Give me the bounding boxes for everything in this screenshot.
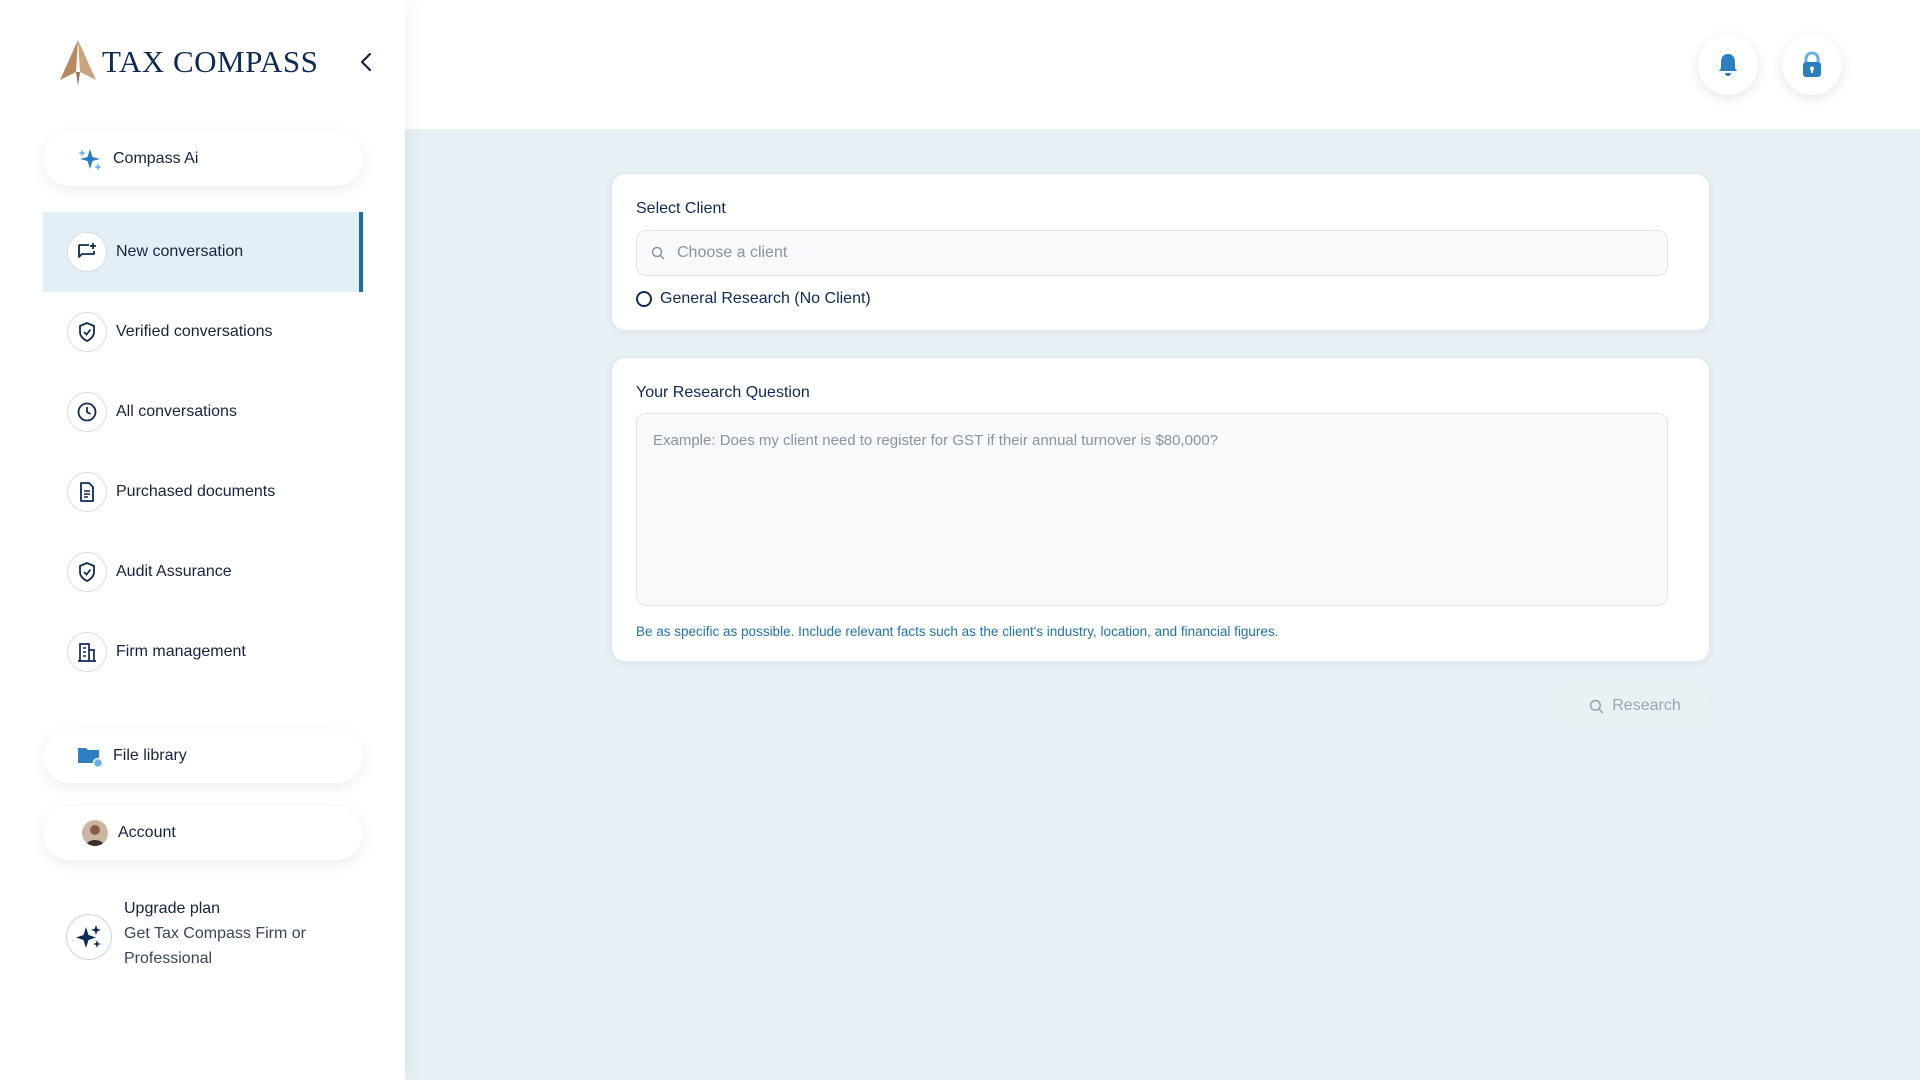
research-question-input[interactable] [636,413,1668,606]
upgrade-title: Upgrade plan [124,900,221,917]
research-button-label: Research [1612,697,1681,714]
compass-ai-label: Compass Ai [113,150,199,167]
shield-check-icon [67,312,107,352]
sidebar-item-label: Verified conversations [116,323,273,340]
research-question-hint: Be as specific as possible. Include rele… [636,624,1279,639]
compass-ai-button[interactable]: Compass Ai [43,132,363,186]
sidebar: TAX COMPASS Compass Ai New conversation … [0,0,405,1080]
brand-name: TAX COMPASS [102,44,319,79]
sidebar-item-label: Firm management [116,643,246,660]
research-question-card: Your Research Question Be as specific as… [611,357,1710,662]
avatar [82,820,108,846]
select-client-card: Select Client General Research (No Clien… [611,173,1710,331]
lock-button[interactable] [1782,35,1842,95]
general-research-option[interactable]: General Research (No Client) [636,290,871,308]
collapse-sidebar-button[interactable] [352,48,380,76]
client-search-input[interactable] [677,244,1577,262]
upgrade-plan[interactable]: Upgrade plan Get Tax Compass Firm or Pro… [66,896,324,971]
chat-plus-icon [67,232,107,272]
sidebar-item-firm-management[interactable]: Firm management [43,612,363,692]
file-library-button[interactable]: File library [43,729,363,783]
sparkles-icon [66,914,112,960]
upgrade-subtitle: Get Tax Compass Firm or Professional [124,925,306,967]
research-question-title: Your Research Question [636,384,810,401]
sidebar-item-label: Purchased documents [116,483,276,500]
general-research-radio[interactable] [636,291,652,307]
sidebar-item-new-conversation[interactable]: New conversation [43,212,363,292]
lock-icon [1803,51,1821,77]
shield-check-icon [67,552,107,592]
sidebar-item-audit-assurance[interactable]: Audit Assurance [43,532,363,612]
notifications-button[interactable] [1698,35,1758,95]
sidebar-item-label: Audit Assurance [116,563,232,580]
search-icon [1590,699,1604,713]
select-client-title: Select Client [636,200,726,217]
brand-logo[interactable]: TAX COMPASS [58,38,318,86]
compass-logo-icon [60,40,96,86]
account-button[interactable]: Account [43,806,363,860]
top-bar [405,0,1920,129]
bell-icon [1719,54,1737,76]
client-search-field[interactable] [636,230,1668,276]
research-button[interactable]: Research [1560,686,1710,726]
sidebar-item-label: New conversation [116,243,244,260]
chevron-left-icon [360,52,372,72]
general-research-label: General Research (No Client) [660,290,871,307]
document-icon [67,472,107,512]
folder-icon [78,748,103,768]
clock-icon [67,392,107,432]
sparkle-icon [78,149,102,171]
sidebar-item-all-conversations[interactable]: All conversations [43,372,363,452]
sidebar-item-purchased-documents[interactable]: Purchased documents [43,452,363,532]
search-icon [651,246,665,260]
sidebar-item-label: All conversations [116,403,237,420]
sidebar-item-verified-conversations[interactable]: Verified conversations [43,292,363,372]
account-label: Account [118,824,176,841]
file-library-label: File library [113,747,187,764]
building-icon [67,632,107,672]
